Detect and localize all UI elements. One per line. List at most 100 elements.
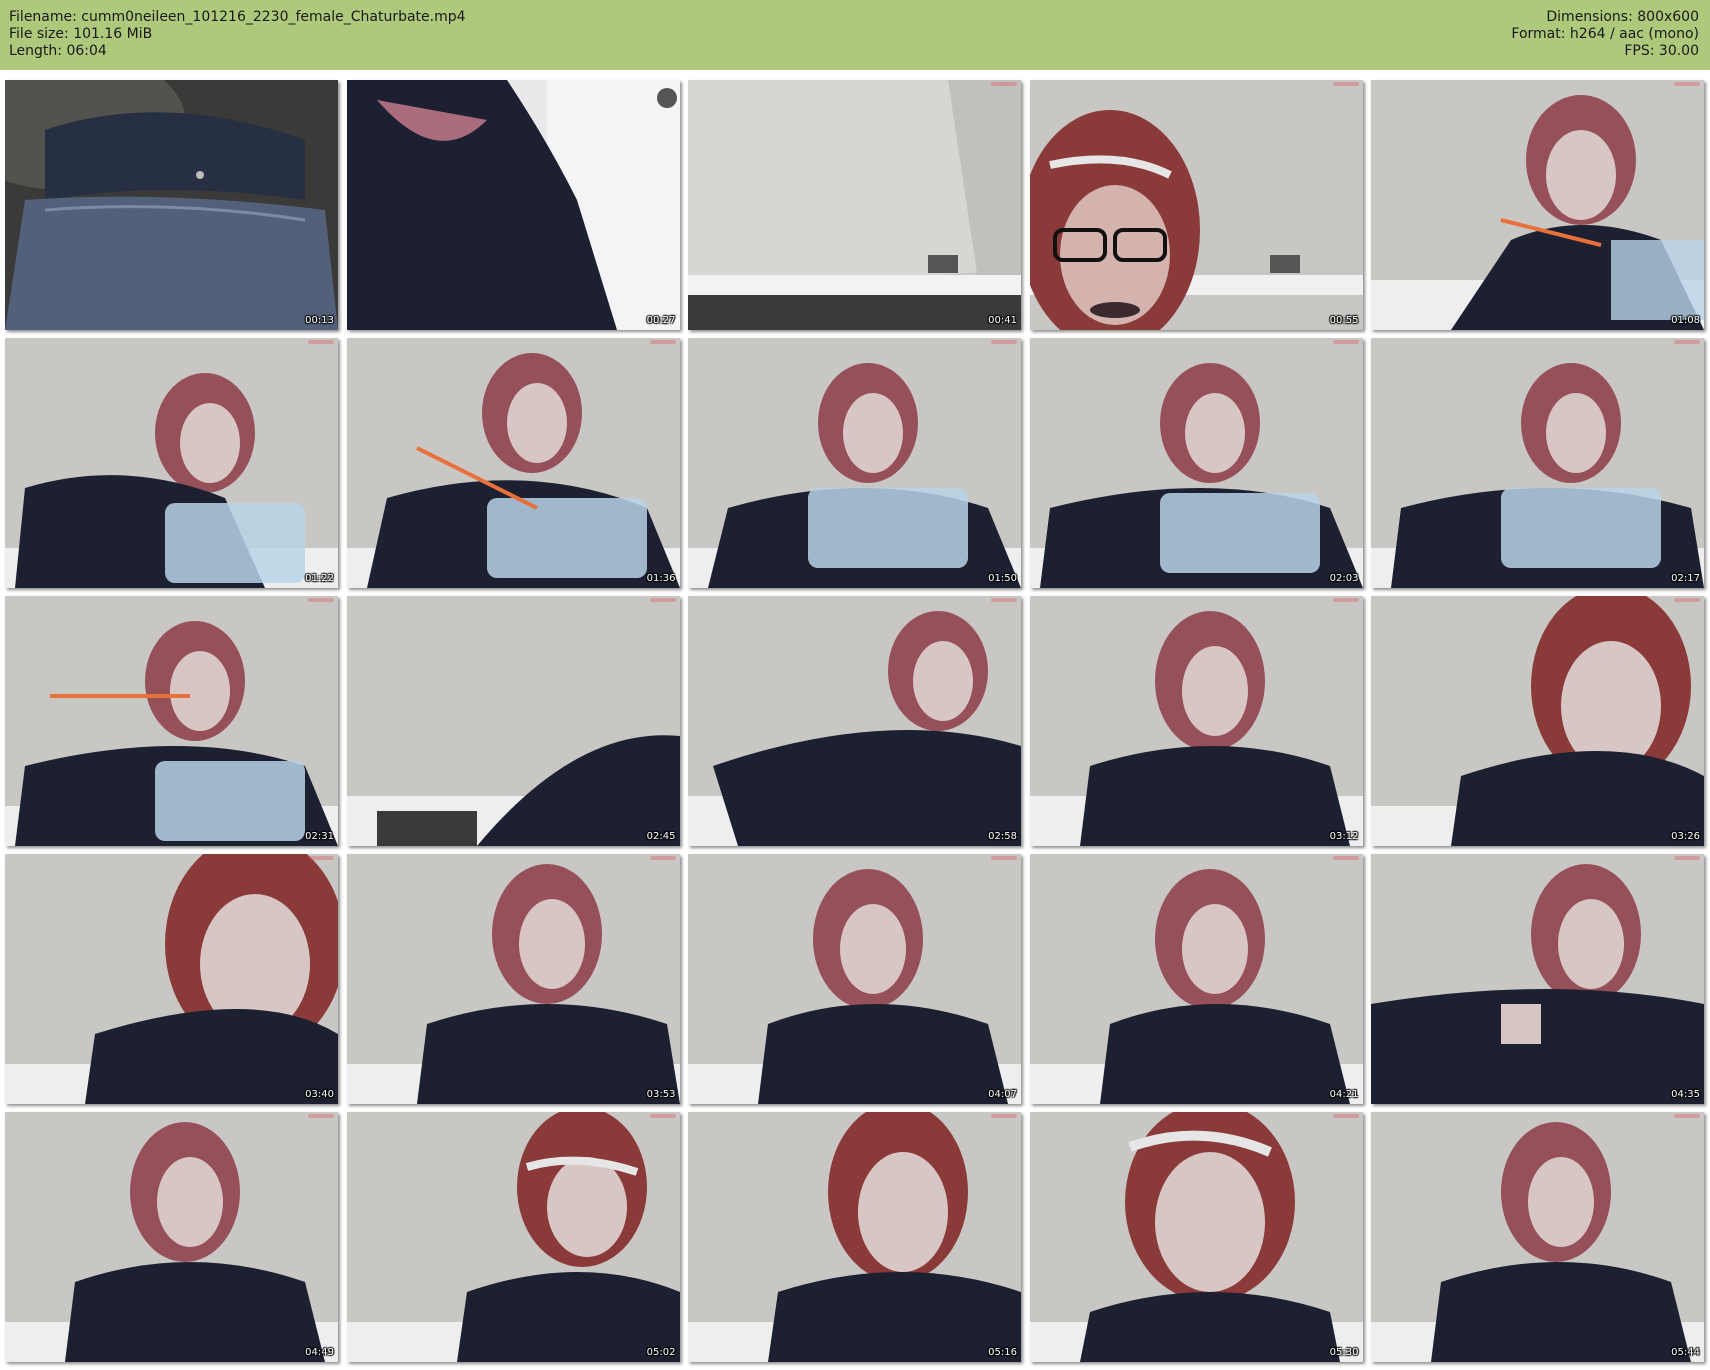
thumbnail[interactable]: 05:02 <box>346 1112 680 1362</box>
watermark <box>1674 82 1700 86</box>
thumbnail[interactable]: 05:16 <box>688 1112 1021 1362</box>
timestamp: 02:03 <box>1329 573 1359 584</box>
watermark <box>991 82 1017 86</box>
frame-image <box>346 1112 680 1362</box>
watermark <box>991 340 1017 344</box>
timestamp: 04:49 <box>305 1347 334 1358</box>
watermark <box>991 1114 1017 1118</box>
timestamp: 02:45 <box>646 831 676 842</box>
frame-image <box>5 338 338 588</box>
timestamp: 03:12 <box>1329 831 1359 842</box>
frame-image <box>688 338 1021 588</box>
frame-image <box>1371 80 1704 330</box>
timestamp: 01:36 <box>646 573 676 584</box>
thumbnail[interactable]: 00:13 <box>5 80 338 330</box>
frame-image <box>1029 854 1363 1104</box>
timestamp: 03:26 <box>1671 831 1700 842</box>
watermark <box>1674 1114 1700 1118</box>
frame-image <box>346 596 680 846</box>
frame-image <box>1029 338 1363 588</box>
thumbnail[interactable]: 04:07 <box>688 854 1021 1104</box>
thumbnail[interactable]: 00:55 <box>1029 80 1363 330</box>
frame-image <box>688 1112 1021 1362</box>
timestamp: 05:02 <box>646 1347 676 1358</box>
file-info-left: Filename: cumm0neileen_101216_2230_femal… <box>9 9 466 60</box>
thumbnail[interactable]: 01:36 <box>346 338 680 588</box>
thumbnail[interactable]: 01:22 <box>5 338 338 588</box>
timestamp: 02:17 <box>1671 573 1700 584</box>
thumbnail[interactable]: 03:12 <box>1029 596 1363 846</box>
timestamp: 04:35 <box>1671 1089 1700 1100</box>
watermark <box>308 1114 334 1118</box>
frame-image <box>1029 1112 1363 1362</box>
thumbnail[interactable]: 02:45 <box>346 596 680 846</box>
watermark <box>1332 82 1359 86</box>
watermark <box>649 340 676 344</box>
frame-image <box>688 596 1021 846</box>
timestamp: 04:07 <box>988 1089 1017 1100</box>
thumbnail[interactable]: 02:58 <box>688 596 1021 846</box>
watermark <box>308 856 334 860</box>
format-text: Format: h264 / aac (mono) <box>1511 26 1699 42</box>
thumbnail[interactable]: 03:53 <box>346 854 680 1104</box>
filesize-text: File size: 101.16 MiB <box>9 26 153 42</box>
timestamp: 01:22 <box>305 573 334 584</box>
timestamp: 00:27 <box>646 315 676 326</box>
thumbnail[interactable]: 04:49 <box>5 1112 338 1362</box>
thumbnail[interactable]: 05:30 <box>1029 1112 1363 1362</box>
thumbnail[interactable]: 02:03 <box>1029 338 1363 588</box>
thumbnail[interactable]: 03:26 <box>1371 596 1704 846</box>
info-header: Filename: cumm0neileen_101216_2230_femal… <box>0 0 1710 70</box>
frame-image <box>346 80 680 330</box>
thumbnail[interactable]: 05:44 <box>1371 1112 1704 1362</box>
timestamp: 05:30 <box>1329 1347 1359 1358</box>
frame-image <box>1029 80 1363 330</box>
frame-image <box>1371 854 1704 1104</box>
thumbnail[interactable]: 01:08 <box>1371 80 1704 330</box>
watermark <box>1332 598 1359 602</box>
frame-image <box>5 854 338 1104</box>
watermark <box>1674 598 1700 602</box>
thumbnail[interactable]: 02:31 <box>5 596 338 846</box>
timestamp: 01:08 <box>1671 315 1700 326</box>
thumbnail[interactable]: 01:50 <box>688 338 1021 588</box>
timestamp: 00:41 <box>988 315 1017 326</box>
frame-image <box>346 338 680 588</box>
watermark <box>308 598 334 602</box>
thumbnail[interactable]: 03:40 <box>5 854 338 1104</box>
frame-image <box>5 1112 338 1362</box>
watermark <box>1332 1114 1359 1118</box>
timestamp: 05:44 <box>1671 1347 1700 1358</box>
frame-image <box>1371 1112 1704 1362</box>
watermark <box>649 1114 676 1118</box>
thumbnail[interactable]: 04:35 <box>1371 854 1704 1104</box>
timestamp: 04:21 <box>1329 1089 1359 1100</box>
watermark <box>991 598 1017 602</box>
watermark <box>991 856 1017 860</box>
thumbnail[interactable]: 04:21 <box>1029 854 1363 1104</box>
timestamp: 03:53 <box>646 1089 676 1100</box>
thumbnail-grid: 00:13 00:27 00:41 00:55 01:08 01:22 01:3… <box>5 80 1705 1365</box>
thumbnail[interactable]: 00:27 <box>346 80 680 330</box>
frame-image <box>688 854 1021 1104</box>
file-info-right: Dimensions: 800x600 Format: h264 / aac (… <box>1511 9 1699 60</box>
timestamp: 03:40 <box>305 1089 334 1100</box>
timestamp: 00:55 <box>1329 315 1359 326</box>
filename-text: Filename: cumm0neileen_101216_2230_femal… <box>9 9 466 25</box>
watermark <box>649 598 676 602</box>
watermark <box>308 340 334 344</box>
thumbnail[interactable]: 02:17 <box>1371 338 1704 588</box>
timestamp: 02:31 <box>305 831 334 842</box>
watermark <box>1674 856 1700 860</box>
thumbnail[interactable]: 00:41 <box>688 80 1021 330</box>
watermark <box>649 856 676 860</box>
timestamp: 00:13 <box>305 315 334 326</box>
frame-image <box>5 80 338 330</box>
frame-image <box>5 596 338 846</box>
frame-image <box>688 80 1021 330</box>
timestamp: 01:50 <box>988 573 1017 584</box>
fps-text: FPS: 30.00 <box>1624 43 1699 59</box>
frame-image <box>346 854 680 1104</box>
length-text: Length: 06:04 <box>9 43 107 59</box>
watermark <box>1332 856 1359 860</box>
